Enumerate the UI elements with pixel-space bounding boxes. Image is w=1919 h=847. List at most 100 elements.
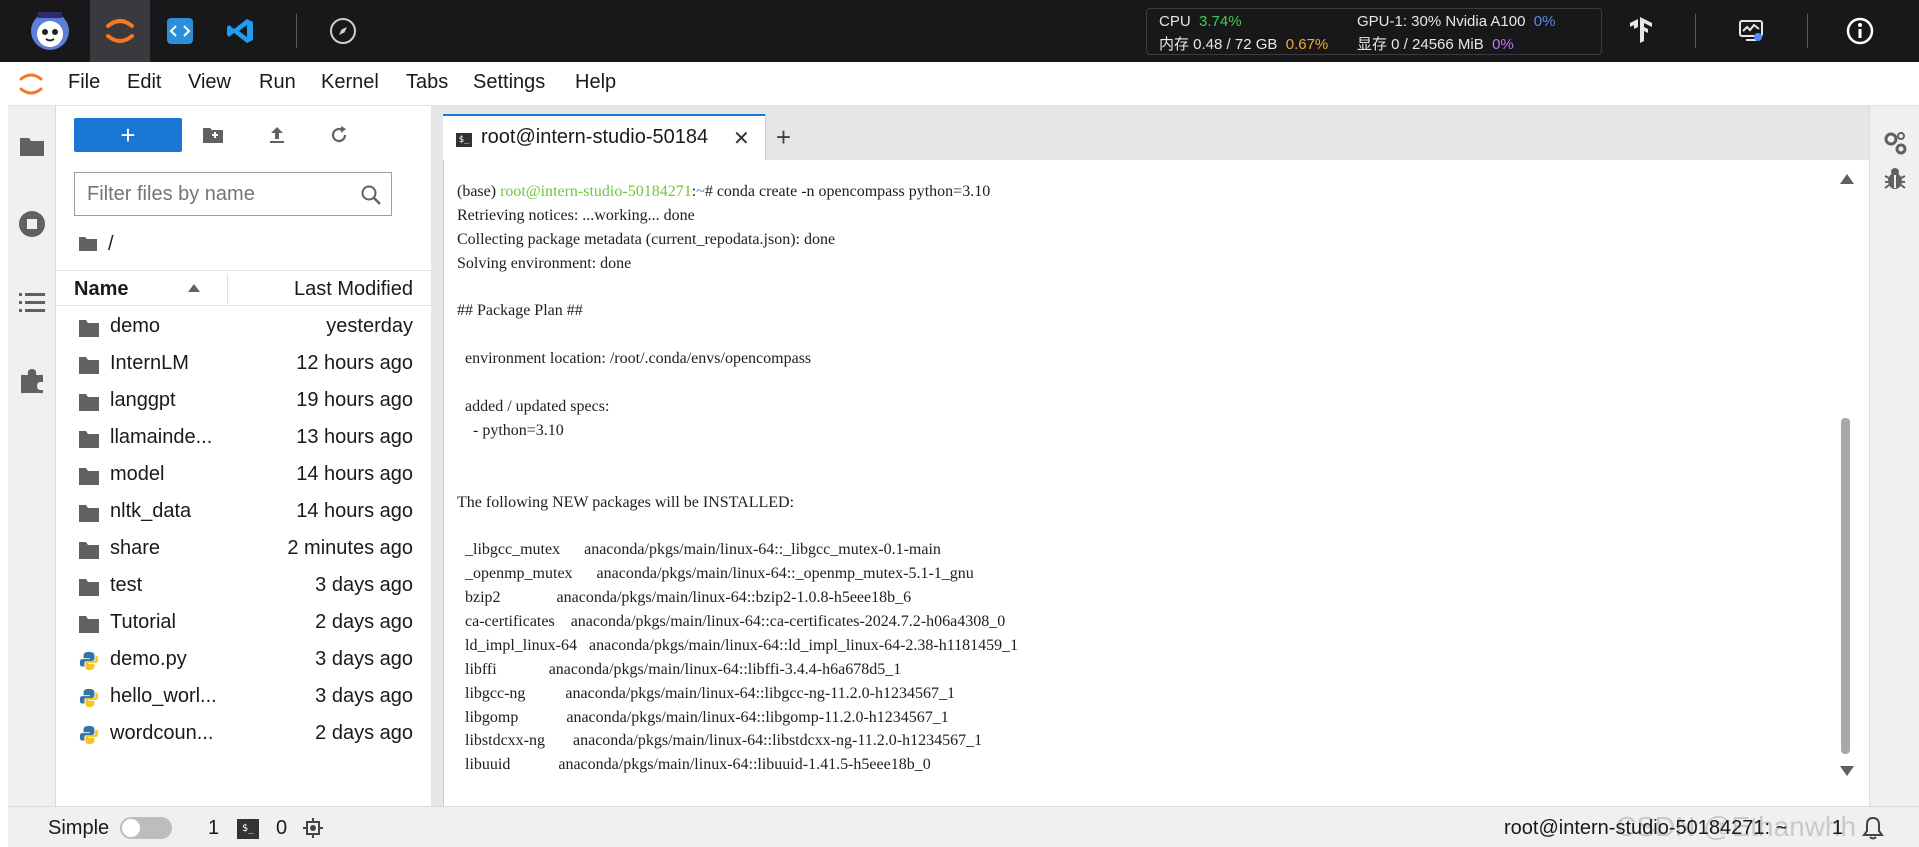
file-modified: 3 days ago — [315, 574, 413, 596]
terminal-prompt-line: (base) root@intern-studio-50184271:~# co… — [457, 180, 1018, 204]
scrollbar-thumb[interactable] — [1841, 418, 1850, 754]
extensions-puzzle-icon[interactable] — [12, 360, 52, 400]
filter-files-input[interactable] — [87, 183, 347, 205]
compass-icon[interactable] — [312, 0, 374, 62]
simple-mode-label: Simple — [48, 817, 110, 839]
cpu-value: 3.74% — [1199, 13, 1242, 30]
list-item[interactable]: Tutorial 2 days ago — [56, 604, 431, 641]
menu-edit[interactable]: Edit — [127, 71, 161, 94]
tensorflow-icon[interactable] — [1610, 0, 1672, 62]
python-file-icon — [79, 651, 99, 671]
menu-help[interactable]: Help — [575, 71, 616, 94]
terminal-line: - python=3.10 — [457, 421, 564, 439]
list-item[interactable]: share 2 minutes ago — [56, 530, 431, 567]
new-tab-button[interactable]: + — [765, 114, 801, 160]
file-name: demo.py — [110, 648, 187, 670]
right-sidebar — [1869, 106, 1919, 806]
intern-mascot-logo-icon[interactable] — [10, 0, 90, 62]
menu-kernel[interactable]: Kernel — [321, 71, 379, 94]
menu-file[interactable]: File — [68, 71, 100, 94]
terminal-line: Collecting package metadata (current_rep… — [457, 230, 836, 248]
list-item[interactable]: llamainde... 13 hours ago — [56, 419, 431, 456]
file-modified: 19 hours ago — [296, 389, 413, 411]
file-modified: 2 minutes ago — [287, 537, 413, 559]
new-launcher-button[interactable]: + — [74, 118, 182, 152]
refresh-icon[interactable] — [324, 120, 354, 150]
terminal-panel[interactable]: (base) root@intern-studio-50184271:~# co… — [443, 160, 1855, 806]
file-modified: 2 days ago — [315, 722, 413, 744]
table-of-contents-icon[interactable] — [12, 282, 52, 322]
jupyter-icon[interactable] — [90, 0, 150, 62]
bell-icon[interactable] — [1860, 815, 1886, 841]
column-header-last-modified[interactable]: Last Modified — [294, 278, 413, 301]
left-sidebar — [8, 106, 56, 806]
new-folder-icon[interactable] — [198, 120, 228, 150]
terminal-icon[interactable]: $_ — [237, 819, 259, 839]
vscode-icon[interactable] — [210, 0, 270, 62]
menu-view[interactable]: View — [188, 71, 231, 94]
menu-settings[interactable]: Settings — [473, 71, 545, 94]
kernel-count: 1 — [208, 817, 220, 839]
file-name: demo — [110, 315, 161, 337]
status-bar: Simple 1 $_ 0 CSDN @Ethanwhh root@intern… — [8, 806, 1919, 847]
close-icon[interactable]: ✕ — [733, 126, 750, 151]
folder-icon — [79, 542, 99, 559]
list-item[interactable]: InternLM 12 hours ago — [56, 345, 431, 382]
file-name: llamainde... — [110, 426, 213, 448]
file-list: demo yesterday InternLM 12 hours ago lan… — [56, 308, 431, 752]
scroll-up-arrow-icon[interactable] — [1840, 174, 1854, 184]
folder-icon — [79, 616, 99, 633]
debugger-bug-icon[interactable] — [1878, 162, 1912, 196]
terminal-line: added / updated specs: — [457, 398, 610, 416]
toolbar-divider — [1807, 14, 1808, 48]
breadcrumb-root[interactable]: / — [108, 233, 114, 256]
filter-files-field[interactable] — [74, 172, 392, 216]
scroll-down-arrow-icon[interactable] — [1840, 766, 1854, 776]
file-name: langgpt — [110, 389, 176, 411]
running-kernels-icon[interactable] — [12, 204, 52, 244]
menu-run[interactable]: Run — [259, 71, 296, 94]
upload-icon[interactable] — [262, 120, 292, 150]
list-item[interactable]: demo yesterday — [56, 308, 431, 345]
list-item[interactable]: langgpt 19 hours ago — [56, 382, 431, 419]
terminal-line: ld_impl_linux-64 anaconda/pkgs/main/linu… — [457, 636, 1019, 654]
terminal-icon: $_ — [456, 133, 472, 147]
list-item[interactable]: test 3 days ago — [56, 567, 431, 604]
cpu-label: CPU — [1159, 13, 1191, 30]
breadcrumb: / — [78, 230, 114, 258]
file-name: share — [110, 537, 161, 559]
panel-resize-handle[interactable] — [431, 106, 443, 806]
menu-tabs[interactable]: Tabs — [406, 71, 448, 94]
list-item[interactable]: wordcoun... 2 days ago — [56, 715, 431, 752]
file-name: InternLM — [110, 352, 189, 374]
folder-icon[interactable] — [12, 126, 52, 166]
list-item[interactable]: nltk_data 14 hours ago — [56, 493, 431, 530]
monitor-icon[interactable] — [1720, 0, 1782, 62]
file-name: hello_worl... — [110, 685, 217, 707]
simple-mode-toggle[interactable] — [120, 817, 172, 839]
property-inspector-gears-icon[interactable] — [1878, 126, 1912, 160]
terminal-line: _libgcc_mutex anaconda/pkgs/main/linux-6… — [457, 541, 941, 559]
list-item[interactable]: model 14 hours ago — [56, 456, 431, 493]
terminal-line: ## Package Plan ## — [457, 302, 583, 320]
folder-icon[interactable] — [78, 236, 98, 252]
file-list-header: Name Last Modified — [56, 270, 431, 306]
sort-ascending-icon[interactable] — [186, 281, 202, 295]
list-item[interactable]: hello_worl... 3 days ago — [56, 678, 431, 715]
gpu-value: 0% — [1533, 13, 1556, 30]
code-editor-icon[interactable] — [150, 0, 210, 62]
terminal-line: libffi anaconda/pkgs/main/linux-64::libf… — [457, 660, 902, 678]
tab-terminal[interactable]: $_ root@intern-studio-50184 ✕ — [443, 114, 765, 160]
kernel-status-gear-icon[interactable] — [302, 817, 324, 839]
list-item[interactable]: demo.py 3 days ago — [56, 641, 431, 678]
column-header-name[interactable]: Name — [74, 278, 128, 301]
info-icon[interactable] — [1830, 0, 1890, 62]
column-divider[interactable] — [227, 274, 228, 304]
file-modified: 14 hours ago — [296, 500, 413, 522]
terminal-line: libstdcxx-ng anaconda/pkgs/main/linux-64… — [457, 732, 983, 750]
file-modified: 14 hours ago — [296, 463, 413, 485]
